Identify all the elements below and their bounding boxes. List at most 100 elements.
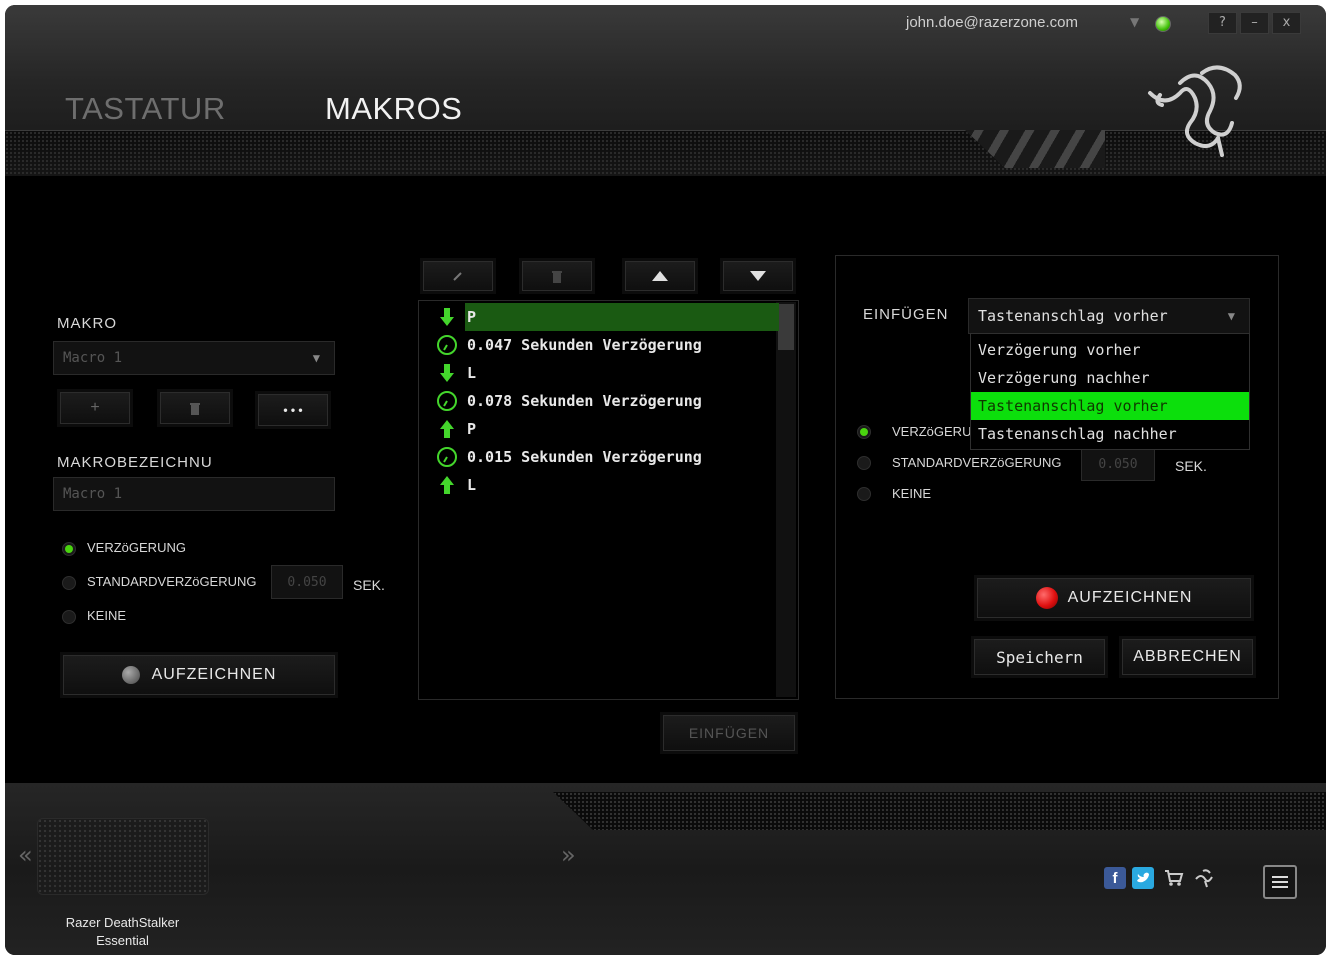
- makro-select-value: Macro 1: [63, 350, 123, 366]
- radio-label-insert-none: KEINE: [892, 486, 932, 501]
- plus-icon: +: [90, 399, 100, 416]
- tab-tastatur[interactable]: TASTATUR: [65, 91, 226, 127]
- add-macro-button[interactable]: +: [60, 392, 130, 424]
- next-device-arrow[interactable]: »: [561, 841, 576, 869]
- radio-insert-default[interactable]: [857, 456, 871, 470]
- insert-type-select[interactable]: Tastenanschlag vorher ▼: [968, 298, 1250, 334]
- radio-label-none: KEINE: [87, 608, 127, 623]
- more-options-button[interactable]: • • •: [258, 394, 328, 426]
- minimize-button[interactable]: –: [1240, 12, 1269, 34]
- chevron-down-icon[interactable]: ▼: [1130, 15, 1139, 29]
- macro-step-row[interactable]: 0.047 Sekunden Verzögerung: [429, 331, 779, 359]
- macro-step-row[interactable]: P: [429, 415, 779, 443]
- sek-label: SEK.: [1175, 458, 1207, 474]
- trash-icon: [552, 270, 562, 283]
- prev-device-arrow[interactable]: «: [18, 841, 33, 869]
- macro-step-text: 0.078 Sekunden Verzögerung: [467, 392, 702, 410]
- menu-button[interactable]: [1263, 865, 1297, 899]
- record-icon: [121, 666, 140, 684]
- record-button-left[interactable]: AUFZEICHNEN: [63, 655, 335, 695]
- macro-step-row[interactable]: P: [429, 303, 779, 331]
- store-cart-icon[interactable]: [1163, 867, 1185, 889]
- radio-label-default: STANDARDVERZöGERUNG: [87, 574, 257, 589]
- chevron-down-icon: ▼: [1227, 309, 1235, 323]
- clock-icon: [429, 331, 465, 359]
- key-down-arrow-icon: [429, 359, 465, 387]
- online-status-icon: [1155, 16, 1171, 32]
- macro-step-row[interactable]: L: [429, 471, 779, 499]
- edit-button[interactable]: [423, 261, 493, 291]
- record-icon: [1035, 587, 1058, 609]
- chevron-down-icon: ▼: [312, 351, 320, 365]
- macro-step-text: P: [467, 420, 477, 438]
- trash-icon: [190, 402, 200, 415]
- keyboard-thumbnail[interactable]: [37, 818, 209, 895]
- radio-label-delay: VERZöGERUNG: [87, 540, 186, 555]
- triangle-down-icon: [750, 271, 766, 281]
- footer-band: [553, 792, 1326, 830]
- macro-name-label: MAKROBEZEICHNU: [57, 454, 213, 471]
- move-up-button[interactable]: [625, 261, 695, 291]
- radio-insert-none[interactable]: [857, 487, 871, 501]
- key-up-arrow-icon: [429, 471, 465, 499]
- delete-step-button[interactable]: [522, 261, 592, 291]
- clock-icon: [429, 387, 465, 415]
- insert-default-delay-input[interactable]: 0.050: [1081, 447, 1155, 481]
- key-down-arrow-icon: [429, 303, 465, 331]
- razer-community-icon[interactable]: [1193, 867, 1215, 889]
- macro-step-text: L: [467, 364, 477, 382]
- more-icon: • • •: [283, 403, 303, 417]
- macro-step-text: L: [467, 476, 477, 494]
- insert-button[interactable]: EINFÜGEN: [663, 715, 795, 751]
- macro-step-text: P: [467, 308, 477, 326]
- sek-label: SEK.: [353, 577, 385, 593]
- pencil-icon: [453, 272, 462, 281]
- header-band: [5, 130, 1326, 176]
- twitter-icon[interactable]: [1132, 867, 1154, 889]
- radio-delay-default[interactable]: [62, 576, 76, 590]
- insert-type-value: Tastenanschlag vorher: [978, 307, 1168, 325]
- window-controls: ? – x: [1208, 12, 1301, 34]
- triangle-up-icon: [652, 271, 668, 281]
- radio-insert-delay[interactable]: [857, 425, 871, 439]
- tab-makros[interactable]: MAKROS: [325, 91, 462, 127]
- dropdown-option[interactable]: Tastenanschlag nachher: [971, 420, 1249, 448]
- close-button[interactable]: x: [1272, 12, 1301, 34]
- record-label: AUFZEICHNEN: [1067, 589, 1193, 606]
- save-button[interactable]: Speichern: [974, 639, 1105, 675]
- makro-label: MAKRO: [57, 315, 118, 332]
- macro-step-text: 0.047 Sekunden Verzögerung: [467, 336, 702, 354]
- macro-step-row[interactable]: 0.015 Sekunden Verzögerung: [429, 443, 779, 471]
- key-up-arrow-icon: [429, 415, 465, 443]
- cancel-button[interactable]: ABBRECHEN: [1122, 639, 1253, 675]
- device-name-line2: Essential: [96, 933, 149, 948]
- macro-step-text: 0.015 Sekunden Verzögerung: [467, 448, 702, 466]
- user-email[interactable]: john.doe@razerzone.com: [906, 14, 1078, 31]
- list-scrollbar[interactable]: [776, 302, 796, 697]
- dropdown-option[interactable]: Verzögerung nachher: [971, 364, 1249, 392]
- radio-delay-recorded[interactable]: [62, 542, 76, 556]
- radio-label-insert-default: STANDARDVERZöGERUNG: [892, 455, 1062, 470]
- header: TASTATUR MAKROS john.doe@razerzone.com ▼…: [5, 5, 1326, 176]
- move-down-button[interactable]: [723, 261, 793, 291]
- record-button-right[interactable]: AUFZEICHNEN: [977, 578, 1251, 618]
- hamburger-menu-icon: [1272, 876, 1288, 888]
- record-label: AUFZEICHNEN: [151, 666, 277, 683]
- help-button[interactable]: ?: [1208, 12, 1237, 34]
- clock-icon: [429, 443, 465, 471]
- radio-delay-none[interactable]: [62, 610, 76, 624]
- delete-macro-button[interactable]: [160, 392, 230, 424]
- facebook-icon[interactable]: f: [1104, 867, 1126, 889]
- dropdown-option-selected[interactable]: Tastenanschlag vorher: [971, 392, 1249, 420]
- macro-step-row[interactable]: L: [429, 359, 779, 387]
- macro-step-row[interactable]: 0.078 Sekunden Verzögerung: [429, 387, 779, 415]
- insert-type-dropdown[interactable]: Verzögerung vorher Verzögerung nachher T…: [970, 333, 1250, 450]
- default-delay-input[interactable]: 0.050: [271, 565, 343, 599]
- makro-select[interactable]: Macro 1 ▼: [53, 341, 335, 375]
- list-scrollbar-thumb[interactable]: [778, 304, 794, 350]
- device-name-line1: Razer DeathStalker: [65, 915, 180, 930]
- radio-label-insert-delay: VERZöGERU: [892, 424, 972, 439]
- macro-name-input[interactable]: Macro 1: [53, 477, 335, 511]
- razer-logo-icon: [1148, 65, 1242, 157]
- dropdown-option[interactable]: Verzögerung vorher: [971, 336, 1249, 364]
